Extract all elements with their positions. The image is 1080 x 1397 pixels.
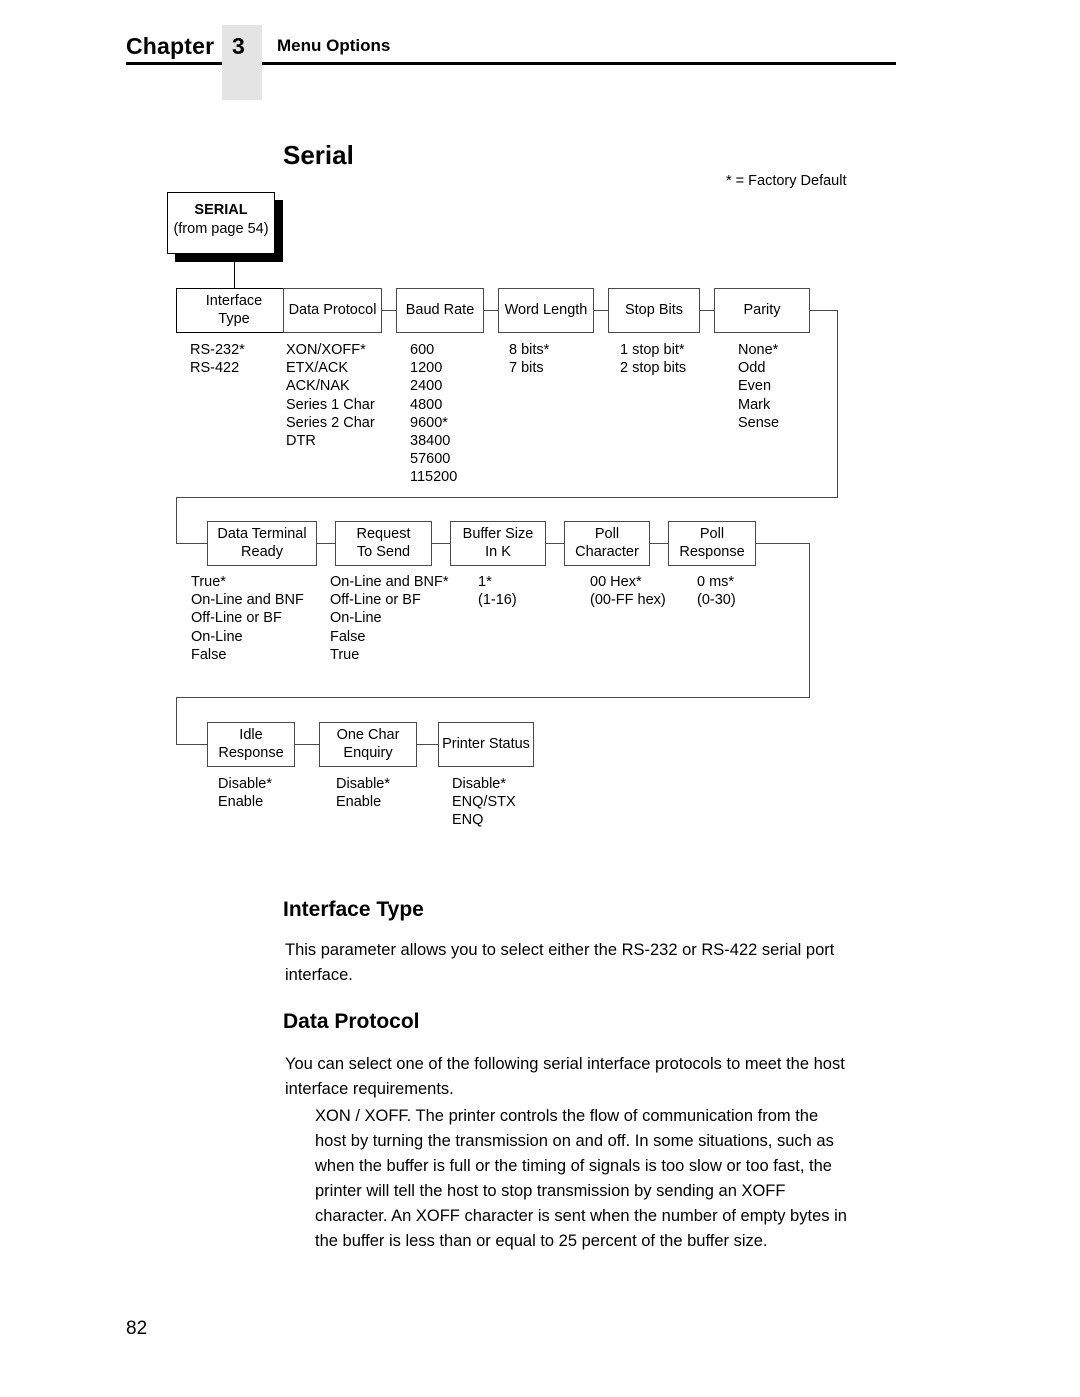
serial-node-title: SERIAL bbox=[194, 202, 248, 218]
flow-node-printer-status[interactable]: Printer Status bbox=[438, 722, 534, 767]
flow-node-stop-bits[interactable]: Stop Bits bbox=[608, 288, 700, 333]
connector-wrap2-in bbox=[176, 744, 208, 746]
page-number: 82 bbox=[126, 1318, 148, 1339]
section-body-data-protocol: You can select one of the following seri… bbox=[285, 1055, 845, 1098]
connector-r3-2 bbox=[417, 744, 438, 746]
connector-wrap1-out bbox=[810, 310, 838, 312]
connector-r1-4 bbox=[594, 310, 608, 312]
connector-r3-1 bbox=[295, 744, 319, 746]
connector-r2-2 bbox=[432, 543, 450, 545]
connector-wrap2-down bbox=[809, 543, 811, 698]
flow-node-parity[interactable]: Parity bbox=[714, 288, 810, 333]
flow-node-baud-rate[interactable]: Baud Rate bbox=[396, 288, 484, 333]
flow-node-buffer-size[interactable]: Buffer Size In K bbox=[450, 521, 546, 566]
connector-wrap2-back bbox=[176, 697, 810, 699]
connector-wrap2-in-down bbox=[176, 697, 178, 745]
connector-r2-3 bbox=[546, 543, 564, 545]
connector-wrap1-in bbox=[176, 543, 208, 545]
connector-r2-4 bbox=[650, 543, 668, 545]
options-poll-response: 0 ms* (0-30) bbox=[697, 574, 736, 609]
flow-node-poll-character[interactable]: Poll Character bbox=[564, 521, 650, 566]
flow-node-request-to-send[interactable]: Request To Send bbox=[335, 521, 432, 566]
connector-wrap1-back bbox=[176, 497, 838, 499]
flow-node-idle-response[interactable]: Idle Response bbox=[207, 722, 295, 767]
flow-node-interface-type[interactable]: Interface Type bbox=[176, 288, 292, 333]
connector-r1-2 bbox=[382, 310, 396, 312]
section-body-interface-type: This parameter allows you to select eith… bbox=[285, 941, 835, 984]
serial-node-subtitle: (from page 54) bbox=[173, 221, 269, 237]
serial-menu-flowchart: SERIAL (from page 54) Interface Type Dat… bbox=[0, 0, 1080, 880]
connector-wrap1-in-down bbox=[176, 497, 178, 544]
options-request-to-send: On-Line and BNF* Off-Line or BF On-Line … bbox=[330, 574, 449, 663]
connector-r2-1 bbox=[317, 543, 335, 545]
options-interface-type: RS-232* RS-422 bbox=[190, 342, 245, 377]
options-one-char-enquiry: Disable* Enable bbox=[336, 776, 390, 811]
connector-wrap2-out bbox=[756, 543, 810, 545]
flow-node-serial[interactable]: SERIAL (from page 54) bbox=[167, 192, 275, 254]
connector-serial-to-row1 bbox=[234, 262, 236, 289]
section-heading-interface-type: Interface Type bbox=[283, 898, 424, 921]
options-parity: None* Odd Even Mark Sense bbox=[738, 342, 780, 431]
flow-node-poll-response[interactable]: Poll Response bbox=[668, 521, 756, 566]
connector-r1-3 bbox=[484, 310, 498, 312]
section-heading-data-protocol: Data Protocol bbox=[283, 1010, 420, 1033]
options-stop-bits: 1 stop bit* 2 stop bits bbox=[620, 342, 687, 377]
options-poll-character: 00 Hex* (00-FF hex) bbox=[590, 574, 666, 609]
flow-node-data-terminal-ready[interactable]: Data Terminal Ready bbox=[207, 521, 317, 566]
connector-wrap1-down bbox=[837, 310, 839, 498]
flow-node-word-length[interactable]: Word Length bbox=[498, 288, 594, 333]
flow-node-one-char-enquiry[interactable]: One Char Enquiry bbox=[319, 722, 417, 767]
options-buffer-size: 1* (1-16) bbox=[478, 574, 517, 609]
options-idle-response: Disable* Enable bbox=[218, 776, 272, 811]
options-data-protocol: XON/XOFF* ETX/ACK ACK/NAK Series 1 Char … bbox=[286, 342, 375, 450]
options-data-terminal-ready: True* On-Line and BNF Off-Line or BF On-… bbox=[191, 574, 304, 663]
options-printer-status: Disable* ENQ/STX ENQ bbox=[452, 776, 516, 829]
flow-node-data-protocol[interactable]: Data Protocol bbox=[283, 288, 382, 333]
options-word-length: 8 bits* 7 bits bbox=[509, 342, 550, 377]
connector-r1-5 bbox=[700, 310, 714, 312]
options-baud-rate: 600 1200 2400 4800 9600* 38400 57600 115… bbox=[410, 342, 458, 486]
section-body-xon-xoff: XON / XOFF. The printer controls the flo… bbox=[315, 1107, 847, 1250]
